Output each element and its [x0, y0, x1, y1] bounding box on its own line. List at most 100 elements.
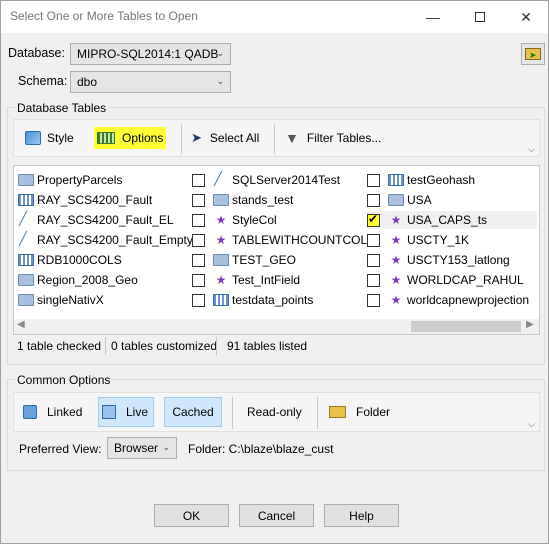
table-checkbox[interactable]: [367, 193, 380, 207]
table-name: singleNativX: [37, 293, 104, 307]
table-list-item[interactable]: Region_2008_Geo: [18, 271, 138, 289]
schema-label: Schema:: [18, 74, 68, 88]
live-button[interactable]: Live: [98, 397, 154, 427]
cursor-icon: ➤: [191, 130, 202, 145]
cached-label: Cached: [172, 405, 214, 419]
table-name: USCTY_1K: [407, 233, 470, 247]
table-list-item[interactable]: PropertyParcels: [18, 171, 122, 189]
scroll-left-icon[interactable]: ◀: [17, 319, 25, 330]
chevron-down-icon: ⌄: [216, 76, 224, 86]
table-list-item[interactable]: ★ USCTY153_latlong: [367, 251, 510, 269]
select-all-button[interactable]: ➤ Select All: [188, 127, 262, 149]
status-separator: [216, 337, 217, 355]
table-checkbox[interactable]: [192, 213, 205, 227]
table-name: worldcapnewprojection: [407, 293, 530, 307]
table-list-item[interactable]: ★ USA_CAPS_ts: [367, 211, 537, 229]
table-list-item[interactable]: testdata_points: [192, 291, 313, 309]
linked-icon: [23, 405, 37, 419]
database-tables-title: Database Tables: [15, 101, 109, 115]
table-name: TABLEWITHCOUNTCOL: [232, 233, 368, 247]
table-list-item[interactable]: SQLServer2014Test: [192, 171, 340, 189]
preferred-view-select[interactable]: Browser ⌄: [107, 437, 177, 459]
table-list-item[interactable]: singleNativX: [18, 291, 104, 309]
readonly-button[interactable]: Read-only: [244, 401, 305, 423]
polygon-table-icon: [213, 194, 229, 206]
window-title: Select One or More Tables to Open: [10, 9, 198, 23]
table-list-item[interactable]: ★ StyleCol: [192, 211, 277, 229]
table-checkbox[interactable]: [367, 233, 380, 247]
cancel-label: Cancel: [257, 508, 296, 523]
table-checkbox[interactable]: [192, 253, 205, 267]
table-checkbox[interactable]: [367, 293, 380, 307]
minimize-button[interactable]: —: [410, 1, 456, 33]
point-table-icon: ★: [215, 273, 227, 287]
toolbar-separator: [232, 397, 233, 429]
table-checkbox[interactable]: [367, 273, 380, 287]
table-list-item[interactable]: RAY_SCS4200_Fault_EL: [18, 211, 174, 229]
ok-label: OK: [182, 508, 201, 523]
table-list-item[interactable]: RDB1000COLS: [18, 251, 122, 269]
live-label: Live: [126, 405, 149, 419]
minimize-icon: —: [426, 9, 440, 25]
toolbar-overflow-icon[interactable]: ⌵: [528, 419, 535, 430]
table-name: PropertyParcels: [37, 173, 123, 187]
folder-button[interactable]: Folder: [326, 401, 393, 423]
database-value: MIPRO-SQL2014:1 QADB: [77, 47, 219, 61]
table-checkbox[interactable]: [367, 253, 380, 267]
grid-table-icon: [213, 294, 229, 306]
line-table-icon: [18, 231, 34, 247]
scrollbar-thumb[interactable]: [411, 321, 521, 332]
help-button[interactable]: Help: [324, 504, 399, 527]
linked-button[interactable]: Linked: [20, 401, 85, 423]
table-checkbox[interactable]: [367, 173, 380, 187]
horizontal-scrollbar[interactable]: ◀ ▶: [14, 319, 539, 334]
maximize-button[interactable]: [457, 1, 503, 33]
table-checkbox[interactable]: [192, 293, 205, 307]
table-list-item[interactable]: ★ USCTY_1K: [367, 231, 469, 249]
table-name: SQLServer2014Test: [232, 173, 341, 187]
table-list-item[interactable]: testGeohash: [367, 171, 475, 189]
ok-button[interactable]: OK: [154, 504, 229, 527]
folder-label: Folder: [356, 405, 391, 419]
title-bar: Select One or More Tables to Open — ✕: [1, 1, 548, 33]
table-checkbox[interactable]: [192, 173, 205, 187]
table-list-item[interactable]: ★ WORLDCAP_RAHUL: [367, 271, 524, 289]
open-folder-button[interactable]: ➤: [521, 43, 545, 65]
table-list-item[interactable]: stands_test: [192, 191, 293, 209]
toolbar-overflow-icon[interactable]: ⌵: [528, 144, 535, 155]
database-select[interactable]: MIPRO-SQL2014:1 QADB ⌄: [70, 43, 231, 65]
table-name: USA: [407, 193, 432, 207]
table-checkbox[interactable]: [367, 212, 380, 227]
line-table-icon: [213, 171, 229, 187]
table-checkbox[interactable]: [192, 273, 205, 287]
polygon-table-icon: [18, 174, 34, 186]
table-name: TEST_GEO: [232, 253, 297, 267]
table-checkbox[interactable]: [192, 233, 205, 247]
table-checkbox[interactable]: [192, 193, 205, 207]
table-list-item[interactable]: ★ TABLEWITHCOUNTCOL: [192, 231, 367, 249]
filter-tables-button[interactable]: ▼ Filter Tables...: [282, 127, 384, 149]
table-list-item[interactable]: TEST_GEO: [192, 251, 296, 269]
cancel-button[interactable]: Cancel: [239, 504, 314, 527]
open-tables-dialog: Select One or More Tables to Open — ✕ Da…: [0, 0, 549, 544]
filter-icon: ▼: [285, 130, 299, 146]
cached-button[interactable]: Cached: [164, 397, 222, 427]
readonly-label: Read-only: [247, 405, 302, 419]
options-button[interactable]: Options: [94, 127, 167, 149]
scroll-right-icon[interactable]: ▶: [526, 319, 534, 330]
options-label: Options: [122, 131, 164, 145]
chevron-down-icon: ⌄: [162, 442, 170, 452]
toolbar-separator: [274, 124, 275, 154]
table-name: RDB1000COLS: [37, 253, 122, 267]
table-list-item[interactable]: ★ Test_IntField: [192, 271, 300, 289]
tables-list: PropertyParcels RAY_SCS4200_Fault RAY_SCS4…: [13, 165, 540, 335]
table-list-item[interactable]: USA: [367, 191, 432, 209]
style-icon: [25, 131, 41, 145]
table-list-item[interactable]: RAY_SCS4200_Fault: [18, 191, 152, 209]
schema-select[interactable]: dbo ⌄: [70, 71, 231, 93]
table-name: USA_CAPS_ts: [407, 213, 488, 227]
table-list-item[interactable]: ★ worldcapnewprojection: [367, 291, 529, 309]
table-list-item[interactable]: RAY_SCS4200_Fault_Empty: [18, 231, 193, 249]
style-button[interactable]: Style: [22, 127, 77, 149]
close-button[interactable]: ✕: [503, 1, 549, 33]
